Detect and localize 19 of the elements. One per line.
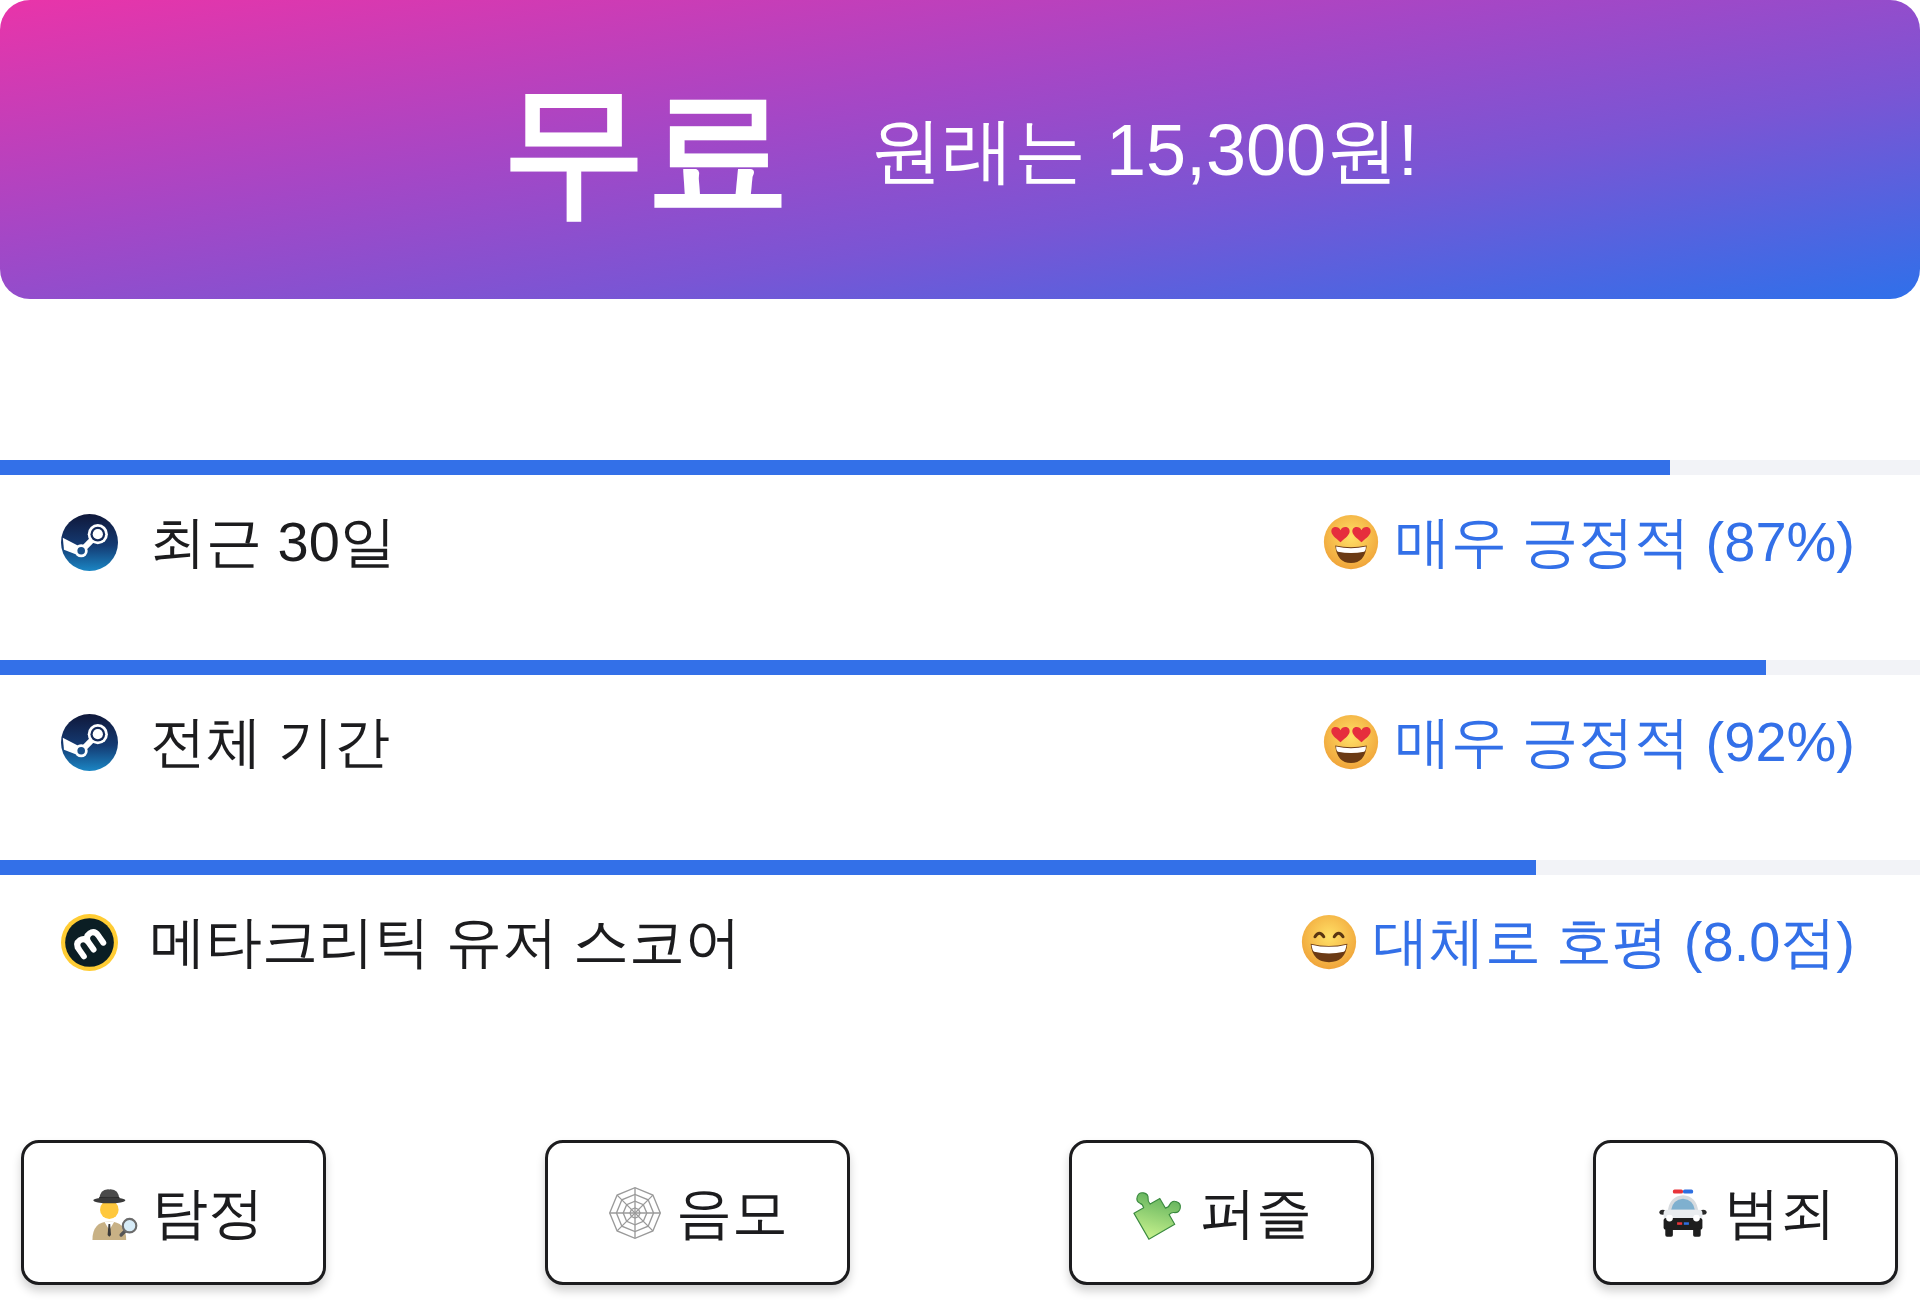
rating-verdict: 매우 긍정적 (87%) [1394,509,1855,575]
rating-verdict: 매우 긍정적 (92%) [1394,709,1855,775]
genre-tag-button[interactable]: 퍼즐 [1069,1140,1374,1285]
heart-eyes-face-icon [1322,714,1379,770]
genre-tag-button[interactable]: 음모 [545,1140,850,1285]
rating-verdict: 대체로 호평 (8.0점) [1372,909,1855,975]
metacritic-logo-icon [61,913,118,971]
rating-label: 최근 30일 [150,509,396,575]
original-price-note: 원래는 15,300원! [869,113,1419,186]
genre-tag-button[interactable]: 탐정 [21,1140,326,1285]
grinning-face-icon [1300,914,1357,970]
steam-logo-icon [61,713,118,771]
heart-eyes-face-icon [1322,514,1379,570]
genre-tag-button[interactable]: 범죄 [1593,1140,1898,1285]
rating-label: 메타크리틱 유저 스코어 [150,909,742,975]
rating-label: 전체 기간 [150,709,390,775]
spider-web-icon [607,1185,662,1240]
steam-logo-icon [61,513,118,571]
price-text: 무료 [501,77,790,222]
